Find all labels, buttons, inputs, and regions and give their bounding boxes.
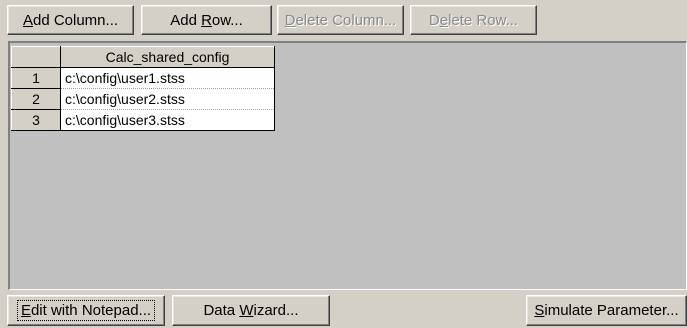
- simulate-parameter-button[interactable]: Simulate Parameter...: [526, 295, 687, 326]
- table-row: 2 c:\config\user2.stss: [11, 88, 275, 110]
- config-table[interactable]: Calc_shared_config 1 c:\config\user1.sts…: [11, 46, 275, 131]
- edit-with-notepad-button[interactable]: Edit with Notepad...: [7, 295, 165, 326]
- table-row: 1 c:\config\user1.stss: [11, 67, 275, 89]
- simulate-parameter-label: Simulate Parameter...: [534, 302, 679, 319]
- add-row-button[interactable]: Add Row...: [141, 5, 272, 35]
- delete-row-label: Delete Row...: [428, 11, 519, 29]
- data-wizard-button[interactable]: Data Wizard...: [172, 295, 330, 326]
- row-header[interactable]: 2: [11, 88, 61, 110]
- delete-row-button[interactable]: Delete Row...: [410, 5, 537, 35]
- column-header-calc-shared-config[interactable]: Calc_shared_config: [60, 46, 275, 68]
- table-cell[interactable]: c:\config\user1.stss: [60, 67, 275, 89]
- table-header-row: Calc_shared_config: [11, 46, 275, 68]
- table-row: 3 c:\config\user3.stss: [11, 109, 275, 131]
- add-column-button[interactable]: Add Column...: [7, 5, 134, 35]
- row-header[interactable]: 3: [11, 109, 61, 131]
- table-cell[interactable]: c:\config\user3.stss: [60, 109, 275, 131]
- add-row-label: Add Row...: [170, 11, 243, 29]
- row-header[interactable]: 1: [11, 67, 61, 89]
- delete-column-label: Delete Column...: [284, 11, 397, 29]
- table-cell[interactable]: c:\config\user2.stss: [60, 88, 275, 110]
- delete-column-button[interactable]: Delete Column...: [277, 5, 404, 35]
- edit-with-notepad-label: Edit with Notepad...: [16, 300, 156, 321]
- corner-header-cell[interactable]: [11, 46, 61, 68]
- grid-panel: Calc_shared_config 1 c:\config\user1.sts…: [8, 41, 687, 290]
- data-wizard-label: Data Wizard...: [203, 302, 299, 319]
- add-column-label: Add Column...: [22, 11, 119, 29]
